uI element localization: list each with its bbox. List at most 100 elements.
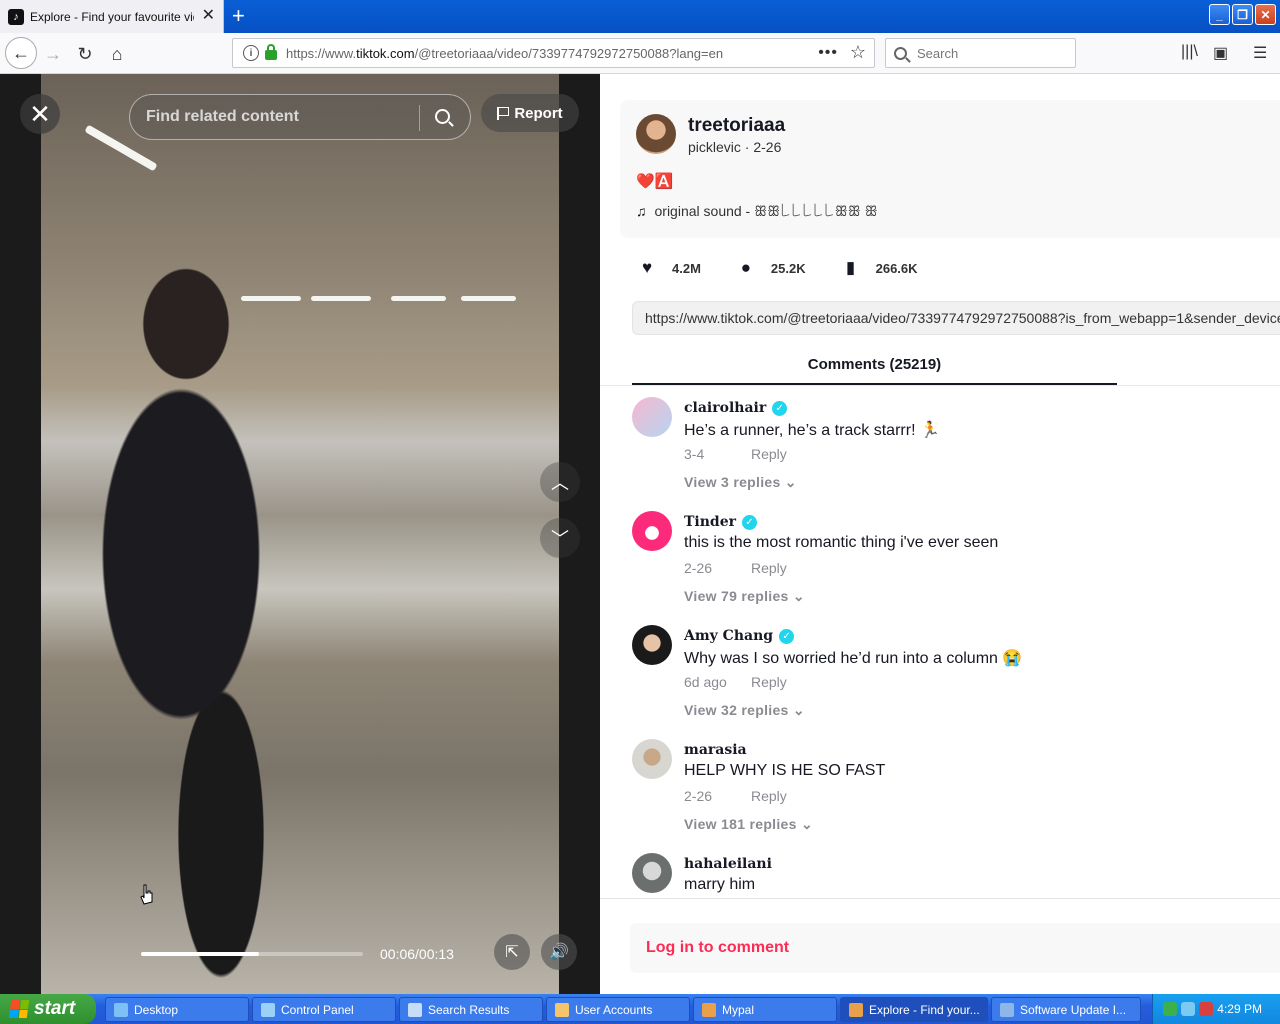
sound-link[interactable]: ♫ original sound - ꕥꕥ꒒꒒꒒꒒꒒ꕥꕥ ꕥ xyxy=(636,202,878,220)
video-progress-fill xyxy=(141,952,259,956)
url-prefix: https://www. xyxy=(286,45,357,61)
taskbar-item-label: Control Panel xyxy=(281,1002,354,1017)
taskbar-item-label: Explore - Find your... xyxy=(869,1002,980,1017)
video-player[interactable] xyxy=(41,74,559,994)
browser-tab[interactable]: ♪ Explore - Find your favourite vide ✕ xyxy=(0,0,224,33)
heart-icon: ♥ xyxy=(641,258,653,277)
volume-icon[interactable]: 🔊 xyxy=(541,934,577,970)
find-related-input[interactable]: Find related content xyxy=(129,94,471,140)
close-window-button[interactable]: ✕ xyxy=(1255,4,1276,25)
comment-text: marry him xyxy=(684,876,756,893)
commenter-name-text: marasia xyxy=(684,742,747,758)
new-tab-button[interactable]: + xyxy=(232,4,245,28)
comment-list[interactable]: clairolhair ✓ He’s a runner, he’s a track… xyxy=(600,386,1280,898)
tiktok-favicon-icon: ♪ xyxy=(8,8,24,25)
view-replies-button[interactable]: View 3 replies ⌄ xyxy=(684,474,797,491)
commenter-name[interactable]: hahaleilani xyxy=(684,856,772,872)
comment-login-bar: Log in to comment xyxy=(600,898,1280,994)
start-button[interactable]: start xyxy=(0,994,96,1024)
search-icon[interactable] xyxy=(435,109,450,124)
view-replies-button[interactable]: View 79 replies ⌄ xyxy=(684,588,805,605)
window-controls: _ ❐ ✕ xyxy=(1209,4,1276,25)
like-button[interactable]: ♥ 4.2M xyxy=(636,257,701,279)
restore-button[interactable]: ❐ xyxy=(1232,4,1253,25)
commenter-avatar[interactable] xyxy=(632,397,672,437)
forward-button[interactable]: → xyxy=(41,42,65,66)
view-replies-button[interactable]: View 181 replies ⌄ xyxy=(684,816,813,833)
comment-meta: 2-26 Reply xyxy=(684,788,787,804)
commenter-name[interactable]: Amy Chang ✓ xyxy=(684,628,795,644)
software-update-icon xyxy=(1000,1002,1014,1017)
commenter-avatar[interactable] xyxy=(632,511,672,551)
find-divider xyxy=(419,105,420,131)
login-to-comment-button[interactable]: Log in to comment xyxy=(630,923,1280,973)
taskbar-item-search-results[interactable]: Search Results xyxy=(399,997,543,1022)
info-icon[interactable]: i xyxy=(243,45,259,61)
browser-icon xyxy=(849,1002,863,1017)
taskbar-item-label: Search Results xyxy=(428,1002,510,1017)
comment-meta: 2-26 Reply xyxy=(684,560,787,576)
search-placeholder: Search xyxy=(917,45,959,61)
taskbar-item-desktop[interactable]: Desktop xyxy=(105,997,249,1022)
comment-text: He’s a runner, he’s a track starrr! 🏃 xyxy=(684,422,940,439)
minimize-button[interactable]: _ xyxy=(1209,4,1230,25)
commenter-name[interactable]: marasia xyxy=(684,742,747,758)
commenter-name-text: hahaleilani xyxy=(684,856,772,872)
view-replies-button[interactable]: View 32 replies ⌄ xyxy=(684,702,805,719)
save-button[interactable]: ▮ 266.6K xyxy=(840,257,918,279)
taskbar-item-software-update[interactable]: Software Update I... xyxy=(991,997,1141,1022)
comment-meta: 3-4 Reply xyxy=(684,446,787,462)
url-text[interactable]: https://www.tiktok.com/@treetoriaaa/vide… xyxy=(286,46,723,61)
commenter-name[interactable]: clairolhair ✓ xyxy=(684,400,788,416)
author-name[interactable]: treetoriaaa xyxy=(688,115,785,137)
start-label: start xyxy=(34,998,76,1019)
flag-icon xyxy=(497,106,510,120)
reload-button[interactable]: ↻ xyxy=(73,42,97,66)
share-link-field[interactable]: https://www.tiktok.com/@treetoriaaa/vide… xyxy=(632,301,1280,335)
author-avatar[interactable] xyxy=(636,114,676,154)
back-button[interactable]: ← xyxy=(5,37,37,69)
security-shield-icon[interactable] xyxy=(1199,1002,1213,1016)
library-icon[interactable]: |||\ xyxy=(1181,43,1198,61)
taskbar-item-label: User Accounts xyxy=(575,1002,653,1017)
comment-button[interactable]: ● 25.2K xyxy=(735,257,806,279)
commenter-avatar[interactable] xyxy=(632,853,672,893)
taskbar-item-mypal[interactable]: Mypal xyxy=(693,997,837,1022)
taskbar-item-control-panel[interactable]: Control Panel xyxy=(252,997,396,1022)
commenter-avatar[interactable] xyxy=(632,739,672,779)
close-video-button[interactable]: ✕ xyxy=(20,94,60,134)
reply-button[interactable]: Reply xyxy=(751,788,787,804)
floating-player-icon[interactable]: ⇱ xyxy=(494,934,530,970)
taskbar-item-user-accounts[interactable]: User Accounts xyxy=(546,997,690,1022)
video-details-panel: treetoriaaa picklevic · 2-26 ❤️🅰️ ♫ orig… xyxy=(600,74,1280,994)
safely-remove-icon[interactable] xyxy=(1181,1002,1195,1016)
sound-name: original sound - ꕥꕥ꒒꒒꒒꒒꒒ꕥꕥ ꕥ xyxy=(654,203,878,219)
menu-icon[interactable]: ☰ xyxy=(1253,43,1267,63)
taskbar-item-explore[interactable]: Explore - Find your... xyxy=(840,997,988,1022)
commenter-avatar[interactable] xyxy=(632,625,672,665)
reply-button[interactable]: Reply xyxy=(751,674,787,690)
previous-video-button[interactable]: ︿ xyxy=(540,462,580,502)
tab-comments[interactable]: Comments (25219) xyxy=(632,345,1117,385)
taskbar-item-label: Software Update I... xyxy=(1020,1002,1127,1017)
chevron-down-icon: ⌄ xyxy=(784,474,797,490)
reply-button[interactable]: Reply xyxy=(751,446,787,462)
commenter-name[interactable]: Tinder ✓ xyxy=(684,514,757,530)
next-video-button[interactable]: ﹀ xyxy=(540,518,580,558)
sidebar-icon[interactable]: ▣ xyxy=(1213,43,1228,63)
chevron-down-icon: ⌄ xyxy=(800,816,813,832)
tab-close-icon[interactable]: ✕ xyxy=(202,8,215,24)
url-bar[interactable]: i https://www.tiktok.com/@treetoriaaa/vi… xyxy=(232,38,875,68)
home-button[interactable]: ⌂ xyxy=(105,42,129,66)
reply-button[interactable]: Reply xyxy=(751,560,787,576)
video-progress-bar[interactable] xyxy=(141,952,363,956)
page-actions-icon[interactable]: ••• xyxy=(818,44,838,62)
ceiling-light xyxy=(461,296,516,301)
bookmark-star-icon[interactable]: ☆ xyxy=(850,42,866,63)
browser-search-input[interactable]: Search xyxy=(885,38,1076,68)
report-button[interactable]: Report xyxy=(481,94,579,132)
network-icon[interactable] xyxy=(1163,1002,1177,1016)
comment-date: 2-26 xyxy=(684,560,713,576)
lock-icon xyxy=(265,44,277,60)
comment-count: 25.2K xyxy=(770,260,806,276)
